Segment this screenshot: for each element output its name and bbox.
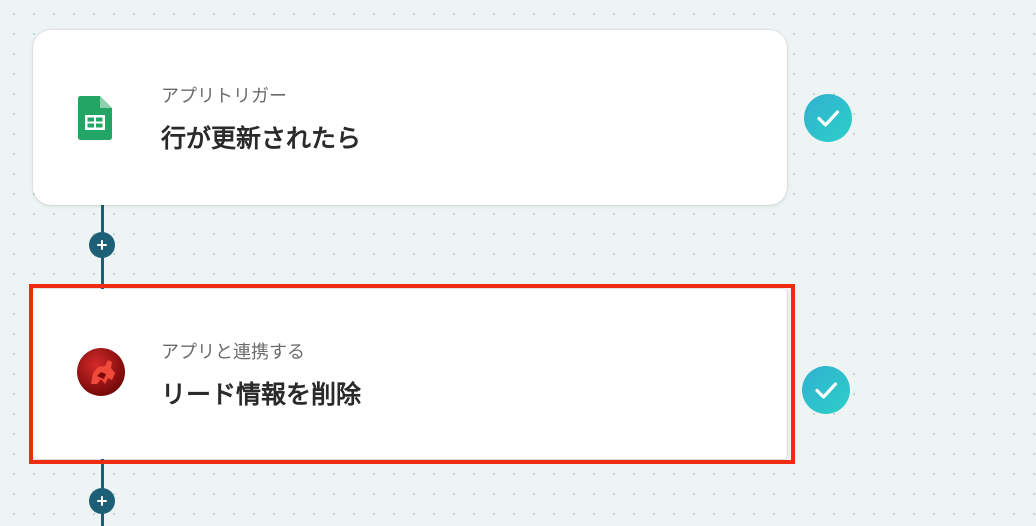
add-step-button[interactable] xyxy=(89,232,115,258)
add-step-button[interactable] xyxy=(89,488,115,514)
step-title: 行が更新されたら xyxy=(161,124,362,153)
status-checkmark-icon xyxy=(802,366,850,414)
action-step-card[interactable]: アプリと連携する リード情報を削除 xyxy=(33,289,787,459)
step-type-label: アプリトリガー xyxy=(161,86,287,107)
trigger-step-card[interactable]: アプリトリガー 行が更新されたら xyxy=(33,30,787,205)
app-logo-icon xyxy=(75,346,127,402)
status-checkmark-icon xyxy=(804,94,852,142)
google-sheets-icon xyxy=(75,94,115,146)
step-type-label: アプリと連携する xyxy=(161,342,305,363)
step-title: リード情報を削除 xyxy=(161,380,362,409)
